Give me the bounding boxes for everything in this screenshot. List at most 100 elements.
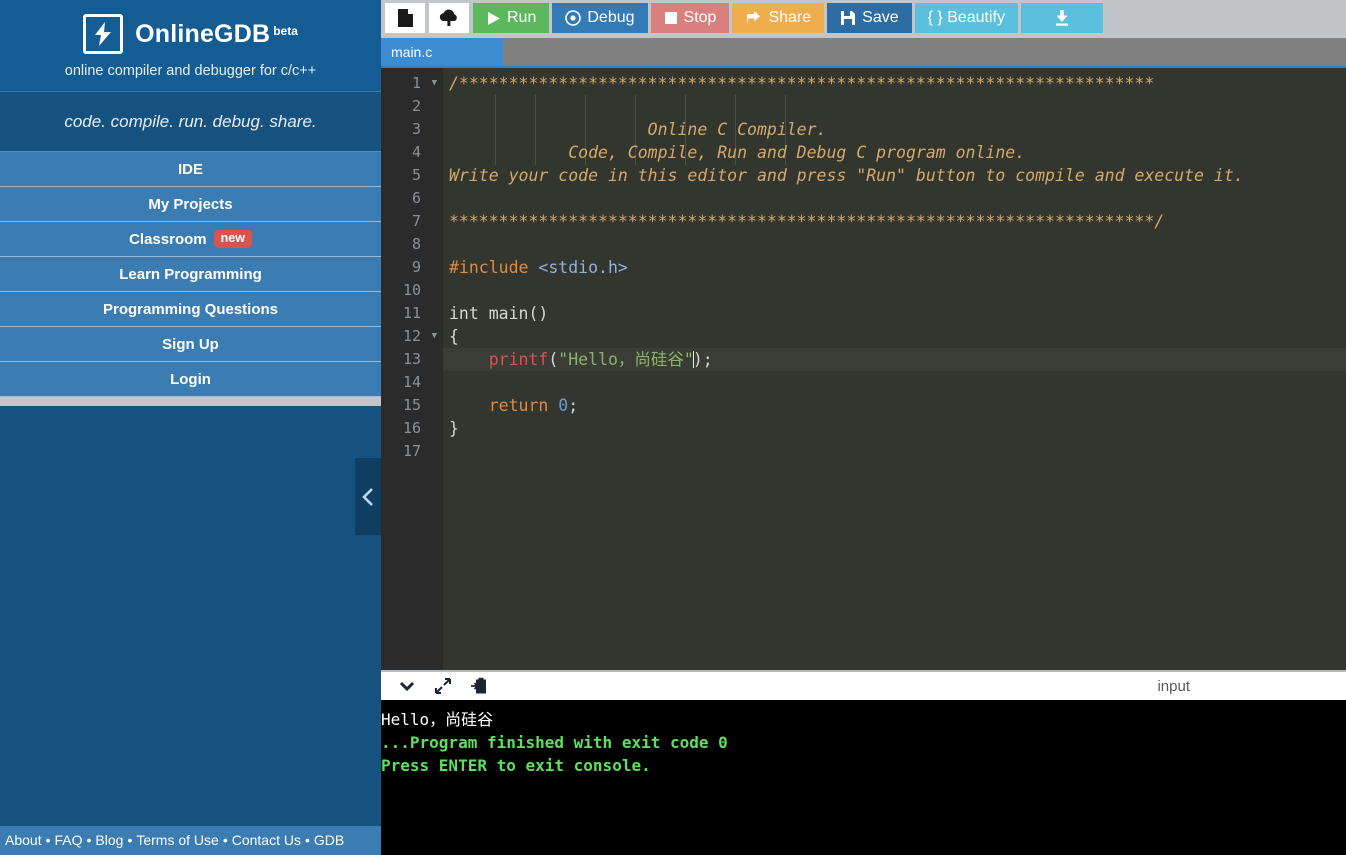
sidebar-item-my-projects[interactable]: My Projects xyxy=(0,187,381,222)
sidebar-item-learn-programming[interactable]: Learn Programming xyxy=(0,257,381,292)
stop-button[interactable]: Stop xyxy=(650,3,730,33)
download-button[interactable] xyxy=(1021,3,1103,33)
main-panel: Run Debug Stop Share Save {} Beautify m… xyxy=(381,0,1346,855)
tab-label: main.c xyxy=(391,44,433,60)
chevron-down-icon xyxy=(399,681,415,692)
line-number: 6 xyxy=(411,189,421,207)
console-line: Hello，尚硅谷 xyxy=(381,710,494,729)
code-line-active: printf("Hello，尚硅谷"); xyxy=(443,348,1346,371)
console-line: ...Program finished with exit code 0 xyxy=(381,733,728,752)
beautify-button[interactable]: { } Beautify xyxy=(914,3,1018,33)
share-button[interactable]: Share xyxy=(732,3,825,33)
sidebar-item-sign-up[interactable]: Sign Up xyxy=(0,327,381,362)
stop-square-icon xyxy=(664,12,677,24)
main-signature: int main() xyxy=(449,304,549,323)
line-number: 12 ▼ xyxy=(381,325,443,348)
line-number: 11 xyxy=(402,304,421,322)
footer-separator: • xyxy=(127,832,133,848)
console-paste-button[interactable] xyxy=(461,673,497,699)
tab-main-c[interactable]: main.c xyxy=(381,38,503,66)
brand-title: OnlineGDB beta xyxy=(135,20,298,49)
footer-separator: • xyxy=(222,832,228,848)
sidebar-item-label: Classroom xyxy=(129,231,207,248)
footer-link-terms-of-use[interactable]: Terms of Use xyxy=(136,832,218,848)
printf-call: printf xyxy=(488,350,549,369)
onlinegdb-app: OnlineGDB beta online compiler and debugg… xyxy=(0,0,1346,855)
brand-row: OnlineGDB beta xyxy=(0,14,381,54)
brand-header: OnlineGDB beta online compiler and debugg… xyxy=(0,0,381,92)
code-area[interactable]: /***************************************… xyxy=(443,68,1346,670)
share-icon xyxy=(747,11,761,24)
console-output[interactable]: Hello，尚硅谷 ...Program finished with exit … xyxy=(381,700,1346,855)
code-line: Online C Compiler. xyxy=(449,120,827,139)
footer-link-blog[interactable]: Blog xyxy=(95,832,123,848)
line-number: 8 xyxy=(411,235,421,253)
footer-link-faq[interactable]: FAQ xyxy=(55,832,83,848)
fold-arrow-icon[interactable]: ▼ xyxy=(432,325,437,348)
sidebar-item-programming-questions[interactable]: Programming Questions xyxy=(0,292,381,327)
beautify-label: { } Beautify xyxy=(927,9,1005,26)
line-number-gutter: 1 ▼ 2 3 4 5 6 7 8 9 10 11 12 ▼ 13 14 15 16… xyxy=(381,68,443,670)
sidebar-item-label: Sign Up xyxy=(162,336,219,353)
code-line: Write your code in this editor and press… xyxy=(449,166,1244,185)
upload-file-button[interactable] xyxy=(429,3,470,33)
return-keyword: return xyxy=(488,396,549,415)
return-value: 0 xyxy=(558,396,569,415)
footer-link-gdb[interactable]: GDB xyxy=(314,832,344,848)
cloud-upload-icon xyxy=(439,9,457,26)
run-button[interactable]: Run xyxy=(473,3,550,33)
console-fullscreen-button[interactable] xyxy=(425,673,461,699)
save-button[interactable]: Save xyxy=(827,3,912,33)
new-file-button[interactable] xyxy=(385,3,426,33)
stop-label: Stop xyxy=(683,9,717,26)
include-header: <stdio.h> xyxy=(538,258,628,277)
console-line: Press ENTER to exit console. xyxy=(381,756,651,775)
line-number: 9 xyxy=(411,258,421,276)
sidebar: OnlineGDB beta online compiler and debugg… xyxy=(0,0,381,855)
console-toolbar: input xyxy=(381,670,1346,700)
play-icon xyxy=(488,11,500,25)
code-editor[interactable]: 1 ▼ 2 3 4 5 6 7 8 9 10 11 12 ▼ 13 14 15 16… xyxy=(381,68,1346,670)
sidebar-item-ide[interactable]: IDE xyxy=(0,152,381,187)
brand-tagline: online compiler and debugger for c/c++ xyxy=(64,63,317,79)
footer-links: About • FAQ • Blog • Terms of Use • Contact Us • G… xyxy=(0,826,381,855)
fold-arrow-icon[interactable]: ▼ xyxy=(432,72,437,95)
code-line: int main() xyxy=(443,302,1346,325)
sidebar-item-label: My Projects xyxy=(148,196,233,213)
footer-link-about[interactable]: About xyxy=(5,832,42,848)
footer-link-contact-us[interactable]: Contact Us xyxy=(232,832,301,848)
sidebar-item-login[interactable]: Login xyxy=(0,362,381,397)
brand-name: OnlineGDB xyxy=(135,19,271,48)
new-file-icon xyxy=(397,9,413,27)
code-line: /***************************************… xyxy=(449,74,1155,93)
debug-label: Debug xyxy=(587,9,635,26)
footer-separator: • xyxy=(45,832,51,848)
code-line: #include <stdio.h> xyxy=(443,256,1346,279)
share-label: Share xyxy=(768,9,812,26)
sidebar-item-classroom[interactable]: Classroom new xyxy=(0,222,381,257)
paste-clipboard-icon xyxy=(471,677,486,694)
line-number: 16 xyxy=(402,419,421,437)
sidebar-item-label: Programming Questions xyxy=(102,301,279,318)
line-number: 5 xyxy=(411,166,421,184)
site-slogan: code. compile. run. debug. share. xyxy=(0,92,381,152)
run-label: Run xyxy=(507,9,537,26)
lightning-bolt-icon xyxy=(83,14,124,54)
line-number: 10 xyxy=(402,281,421,299)
save-label: Save xyxy=(862,9,899,26)
file-tab-bar: main.c xyxy=(381,38,1346,68)
brand-beta-tag: beta xyxy=(273,24,298,39)
line-number: 17 xyxy=(402,442,421,460)
code-line: { xyxy=(443,325,1346,348)
sidebar-item-label: IDE xyxy=(177,161,203,178)
debug-button[interactable]: Debug xyxy=(552,3,648,33)
new-badge: new xyxy=(213,230,252,248)
sidebar-collapse-button[interactable] xyxy=(355,458,381,535)
console-collapse-button[interactable] xyxy=(389,673,425,699)
include-directive: #include xyxy=(449,258,529,277)
